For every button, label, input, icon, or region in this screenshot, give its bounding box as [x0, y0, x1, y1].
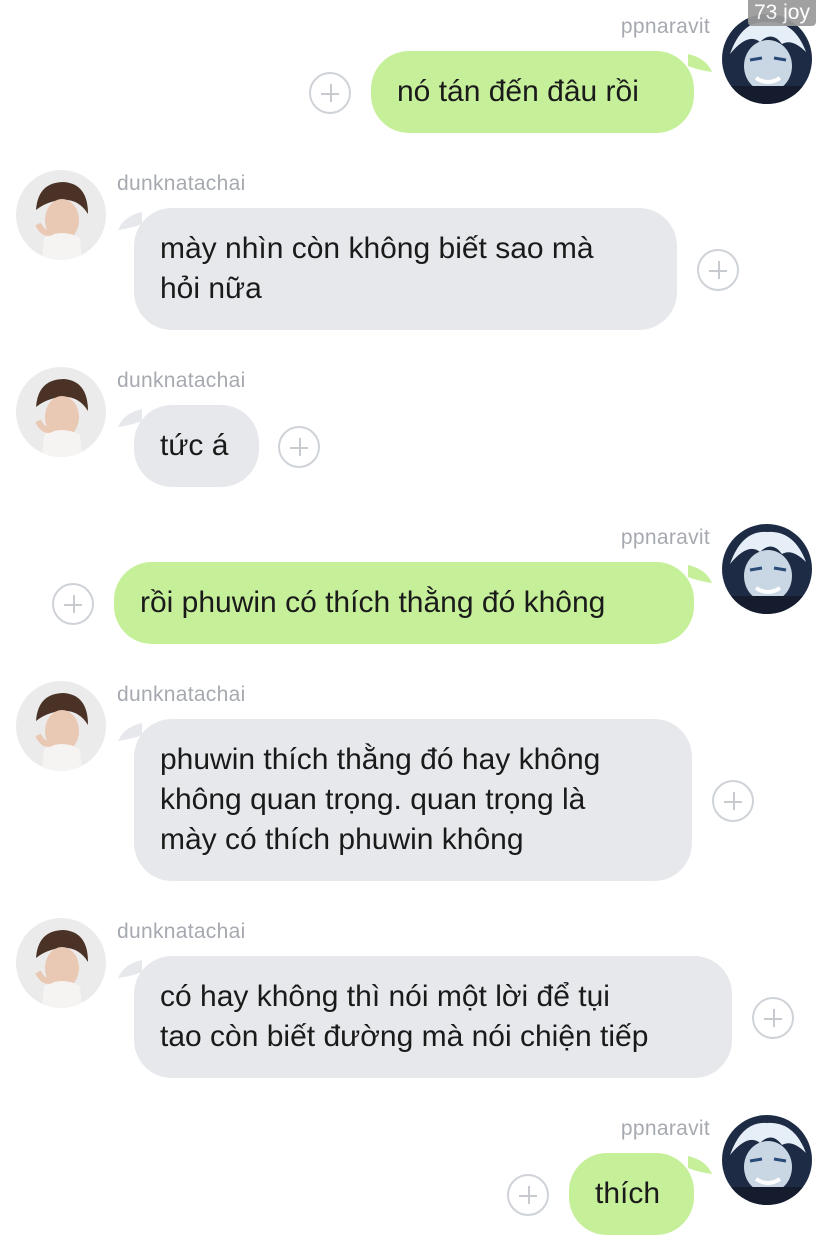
- avatar-ppnaravit[interactable]: [722, 1115, 812, 1205]
- message-bubble[interactable]: tức á: [134, 405, 259, 487]
- sender-name: dunknatachai: [117, 683, 246, 706]
- add-reaction-button[interactable]: [507, 1174, 549, 1216]
- watermark-label: 73 joy: [747, 0, 816, 26]
- sender-name: dunknatachai: [117, 369, 246, 392]
- avatar-dunknatachai[interactable]: [16, 170, 106, 260]
- message-text: hỏi nữa: [160, 272, 262, 305]
- message-text: phuwin thích thằng đó hay không: [160, 743, 601, 776]
- message-bubble[interactable]: mày nhìn còn không biết sao mà hỏi nữa: [134, 208, 677, 330]
- message-text: mày có thích phuwin không: [160, 823, 524, 856]
- avatar-dunknatachai[interactable]: [16, 918, 106, 1008]
- sender-name: ppnaravit: [620, 15, 710, 38]
- add-reaction-button[interactable]: [712, 780, 754, 822]
- bubble-tail: [688, 563, 714, 589]
- bubble-tail: [688, 52, 714, 78]
- add-reaction-button[interactable]: [309, 72, 351, 114]
- avatar-ppnaravit[interactable]: [722, 524, 812, 614]
- sender-name: dunknatachai: [117, 172, 246, 195]
- sender-name: dunknatachai: [117, 920, 246, 943]
- message-text: không quan trọng. quan trọng là: [160, 783, 586, 816]
- sender-name: ppnaravit: [620, 526, 710, 549]
- message-bubble[interactable]: có hay không thì nói một lời để tụi tao …: [134, 956, 732, 1078]
- message-text: có hay không thì nói một lời để tụi: [160, 980, 610, 1013]
- message-text: nó tán đến đâu rồi: [397, 75, 639, 108]
- message-bubble[interactable]: rồi phuwin có thích thằng đó không: [114, 562, 694, 644]
- avatar-dunknatachai[interactable]: [16, 681, 106, 771]
- avatar-ppnaravit[interactable]: [722, 14, 812, 104]
- message-text: mày nhìn còn không biết sao mà: [160, 232, 594, 265]
- bubble-tail: [688, 1154, 714, 1180]
- message-bubble[interactable]: nó tán đến đâu rồi: [371, 51, 694, 133]
- avatar-dunknatachai[interactable]: [16, 367, 106, 457]
- message-bubble[interactable]: thích: [569, 1153, 694, 1235]
- message-bubble[interactable]: phuwin thích thằng đó hay không không qu…: [134, 719, 692, 881]
- add-reaction-button[interactable]: [697, 249, 739, 291]
- message-text: tức á: [160, 429, 229, 462]
- add-reaction-button[interactable]: [52, 583, 94, 625]
- message-text: thích: [595, 1177, 661, 1210]
- sender-name: ppnaravit: [620, 1117, 710, 1140]
- message-text: rồi phuwin có thích thằng đó không: [140, 586, 606, 619]
- add-reaction-button[interactable]: [752, 997, 794, 1039]
- add-reaction-button[interactable]: [278, 426, 320, 468]
- message-text: tao còn biết đường mà nói chiện tiếp: [160, 1020, 649, 1053]
